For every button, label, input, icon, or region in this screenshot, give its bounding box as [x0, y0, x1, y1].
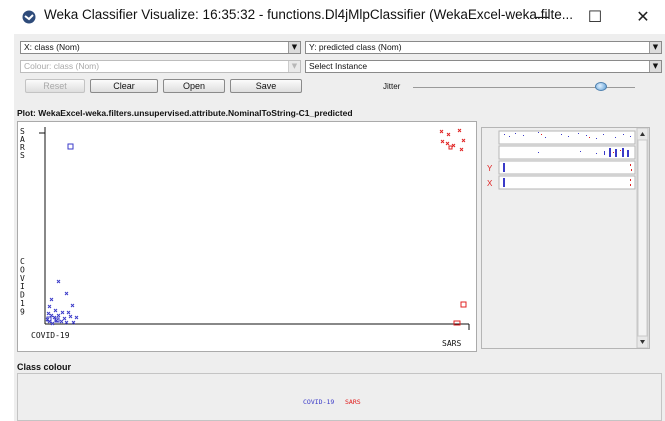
attribute-scrollbar-thumb[interactable]: [637, 139, 648, 337]
open-button[interactable]: Open: [163, 79, 225, 93]
maximize-button[interactable]: ☐: [583, 6, 607, 28]
minimize-button[interactable]: —: [530, 6, 554, 28]
x-axis-select[interactable]: X: class (Nom) ▼: [20, 41, 301, 54]
chevron-down-icon: ▼: [288, 61, 300, 72]
sars-misclassified-points[interactable]: [448, 145, 467, 326]
select-instance-value: Select Instance: [309, 61, 368, 71]
y-axis-label-sars: SARS: [20, 127, 25, 160]
chevron-down-icon[interactable]: ▼: [649, 42, 661, 53]
y-axis-select-value: Y: predicted class (Nom): [309, 42, 402, 52]
scatter-plot[interactable]: SARS COVID19 COVID-19 SARS: [17, 121, 477, 352]
y-axis-select[interactable]: Y: predicted class (Nom) ▼: [305, 41, 662, 54]
jitter-slider-knob[interactable]: [595, 82, 607, 91]
x-axis-label-sars: SARS: [442, 339, 461, 348]
legend-item-covid19[interactable]: COVID-19: [303, 398, 334, 406]
class-colour-box: [17, 373, 662, 421]
side-x-label: X: [487, 179, 493, 188]
x-axis-label-covid19: COVID-19: [31, 331, 70, 340]
x-axis-select-value: X: class (Nom): [24, 42, 80, 52]
reset-button: Reset: [25, 79, 85, 93]
colour-select: Colour: class (Nom) ▼: [20, 60, 301, 73]
attribute-bar[interactable]: [498, 130, 636, 145]
attribute-bar-x[interactable]: [498, 175, 636, 190]
close-button[interactable]: ✕: [631, 6, 655, 28]
attribute-bar[interactable]: [498, 145, 636, 160]
chevron-down-icon[interactable]: ▼: [288, 42, 300, 53]
select-instance-select[interactable]: Select Instance ▼: [305, 60, 662, 73]
covid19-misclassified-points[interactable]: [46, 143, 74, 323]
clear-button[interactable]: Clear: [90, 79, 158, 93]
chevron-down-icon[interactable]: ▼: [649, 61, 661, 72]
weka-app-icon: [22, 10, 36, 24]
y-axis-label-covid19: COVID19: [20, 257, 25, 316]
colour-select-value: Colour: class (Nom): [24, 61, 100, 71]
class-colour-title: Class colour: [17, 362, 72, 372]
attribute-bars[interactable]: Y X: [482, 128, 649, 348]
attribute-bar-y[interactable]: [498, 160, 636, 175]
jitter-label: Jitter: [383, 82, 401, 91]
window-title: Weka Classifier Visualize: 16:35:32 - fu…: [44, 7, 573, 22]
save-button[interactable]: Save: [230, 79, 302, 93]
legend-item-sars[interactable]: SARS: [345, 398, 361, 406]
plot-title: Plot: WekaExcel-weka.filters.unsupervise…: [17, 108, 353, 118]
side-y-label: Y: [487, 164, 493, 173]
